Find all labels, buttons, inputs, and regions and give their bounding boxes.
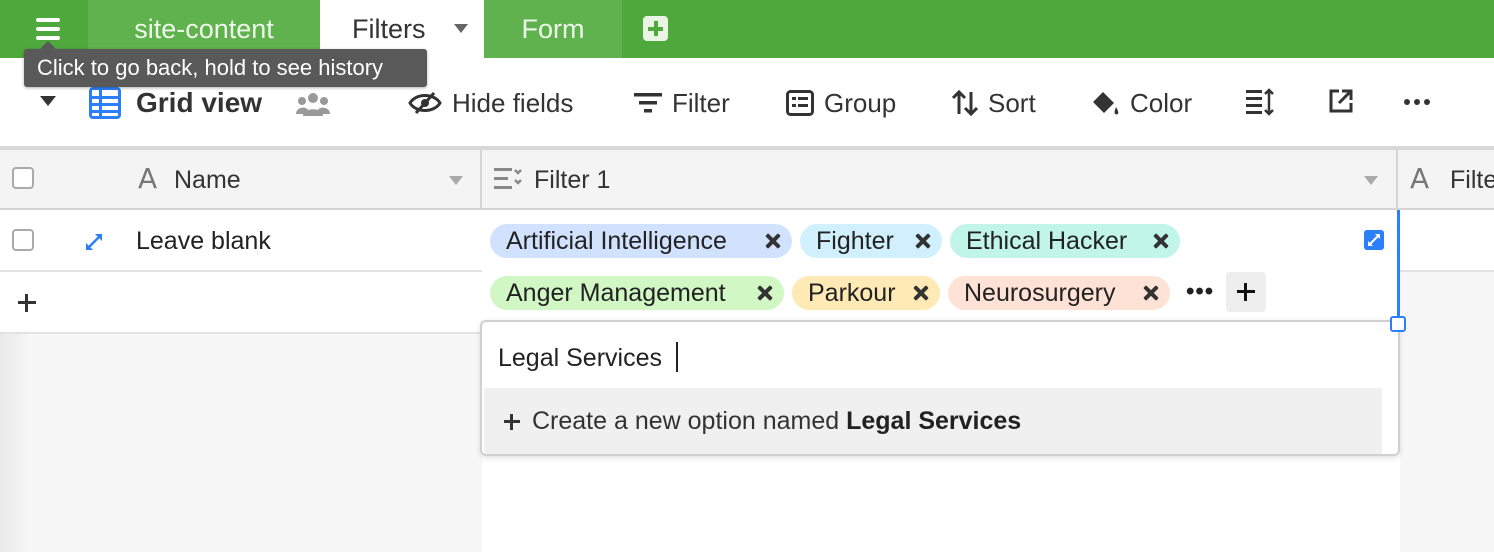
hide-fields-button[interactable]: Hide fields [408,84,573,122]
tab-filters-label: Filters [352,14,426,44]
filter-1-cell-editing[interactable]: Artificial Intelligence Fighter Ethical … [482,210,1400,322]
chevron-down-icon[interactable] [454,24,468,33]
remove-chip-icon[interactable] [912,284,930,302]
create-option-name: Legal Services [846,407,1022,435]
hide-fields-label: Hide fields [452,87,574,118]
share-view-icon[interactable] [1328,88,1354,114]
group-label: Group [824,87,897,118]
column-menu-chevron-icon[interactable] [449,176,463,185]
cell-fill-handle[interactable] [1390,316,1406,332]
row-checkbox[interactable] [12,229,34,251]
remove-chip-icon[interactable] [1142,284,1160,302]
more-options-icon[interactable] [1404,98,1430,106]
expand-cell-icon[interactable] [1364,230,1384,250]
column-menu-chevron-icon[interactable] [1364,176,1378,185]
sort-label: Sort [988,87,1036,118]
filter-icon [634,93,662,113]
add-table-icon[interactable] [643,16,668,41]
add-option-button[interactable] [1226,272,1266,312]
chip-label: Fighter [816,227,894,255]
chip-label: Parkour [808,279,896,307]
chip-parkour: Parkour [792,276,940,310]
hamburger-menu-icon[interactable] [26,14,70,44]
expand-record-icon[interactable] [84,232,104,252]
back-history-tooltip: Click to go back, hold to see history [24,41,427,87]
chip-artificial-intelligence: Artificial Intelligence [490,224,792,258]
column-header-name[interactable]: Name [174,150,241,210]
grid-header-row: A Name Filter 1 A Filte [0,150,1494,210]
chip-anger-management: Anger Management [490,276,784,310]
view-switcher-caret-icon[interactable] [40,96,56,106]
chip-label: Ethical Hacker [966,227,1128,255]
chip-label: Anger Management [506,279,726,307]
column-header-filter-1[interactable]: Filter 1 [534,150,610,210]
column-divider [1396,150,1398,210]
grid-view-icon [89,87,121,119]
sort-arrows-icon [952,90,978,116]
chip-ethical-hacker: Ethical Hacker [950,224,1180,258]
text-cursor [676,342,678,372]
view-name[interactable]: Grid view [136,86,262,120]
remove-chip-icon[interactable] [764,232,782,250]
select-all-checkbox[interactable] [12,167,34,189]
add-row[interactable] [0,272,482,334]
option-search-input[interactable] [498,338,1198,378]
sort-button[interactable]: Sort [952,84,1036,122]
chip-label: Neurosurgery [964,279,1116,307]
text-field-icon: A [1410,162,1430,195]
color-button[interactable]: Color [1090,84,1192,122]
color-label: Color [1130,87,1193,118]
chip-fighter: Fighter [800,224,942,258]
text-field-icon: A [138,162,158,195]
add-row-plus-icon[interactable] [18,294,36,312]
collaborative-view-icon[interactable] [296,92,330,116]
empty-grid-area [0,334,482,552]
filter-button[interactable]: Filter [634,84,730,122]
column-header-filter-2[interactable]: Filte [1450,150,1494,210]
eye-slash-icon [408,91,442,115]
name-cell[interactable]: Leave blank [136,210,271,272]
tab-form[interactable]: Form [484,0,622,58]
remove-chip-icon[interactable] [1152,232,1170,250]
filter-label: Filter [672,87,730,118]
plus-icon [504,414,520,430]
remove-chip-icon[interactable] [756,284,774,302]
option-search-dropdown: Create a new option named Legal Services [480,320,1400,456]
remove-chip-icon[interactable] [914,232,932,250]
more-chips-indicator[interactable]: ••• [1186,278,1214,306]
multiple-select-field-icon [494,168,522,189]
group-icon [786,90,814,116]
paint-bucket-icon [1093,92,1119,115]
empty-grid-area-right [1400,272,1494,552]
chip-label: Artificial Intelligence [506,227,727,255]
group-button[interactable]: Group [786,84,896,122]
chip-neurosurgery: Neurosurgery [948,276,1170,310]
empty-column-area [482,456,1400,552]
create-option-prefix: Create a new option named [532,407,847,435]
row-height-icon[interactable] [1246,88,1274,116]
create-new-option-item[interactable]: Create a new option named Legal Services [484,388,1382,454]
